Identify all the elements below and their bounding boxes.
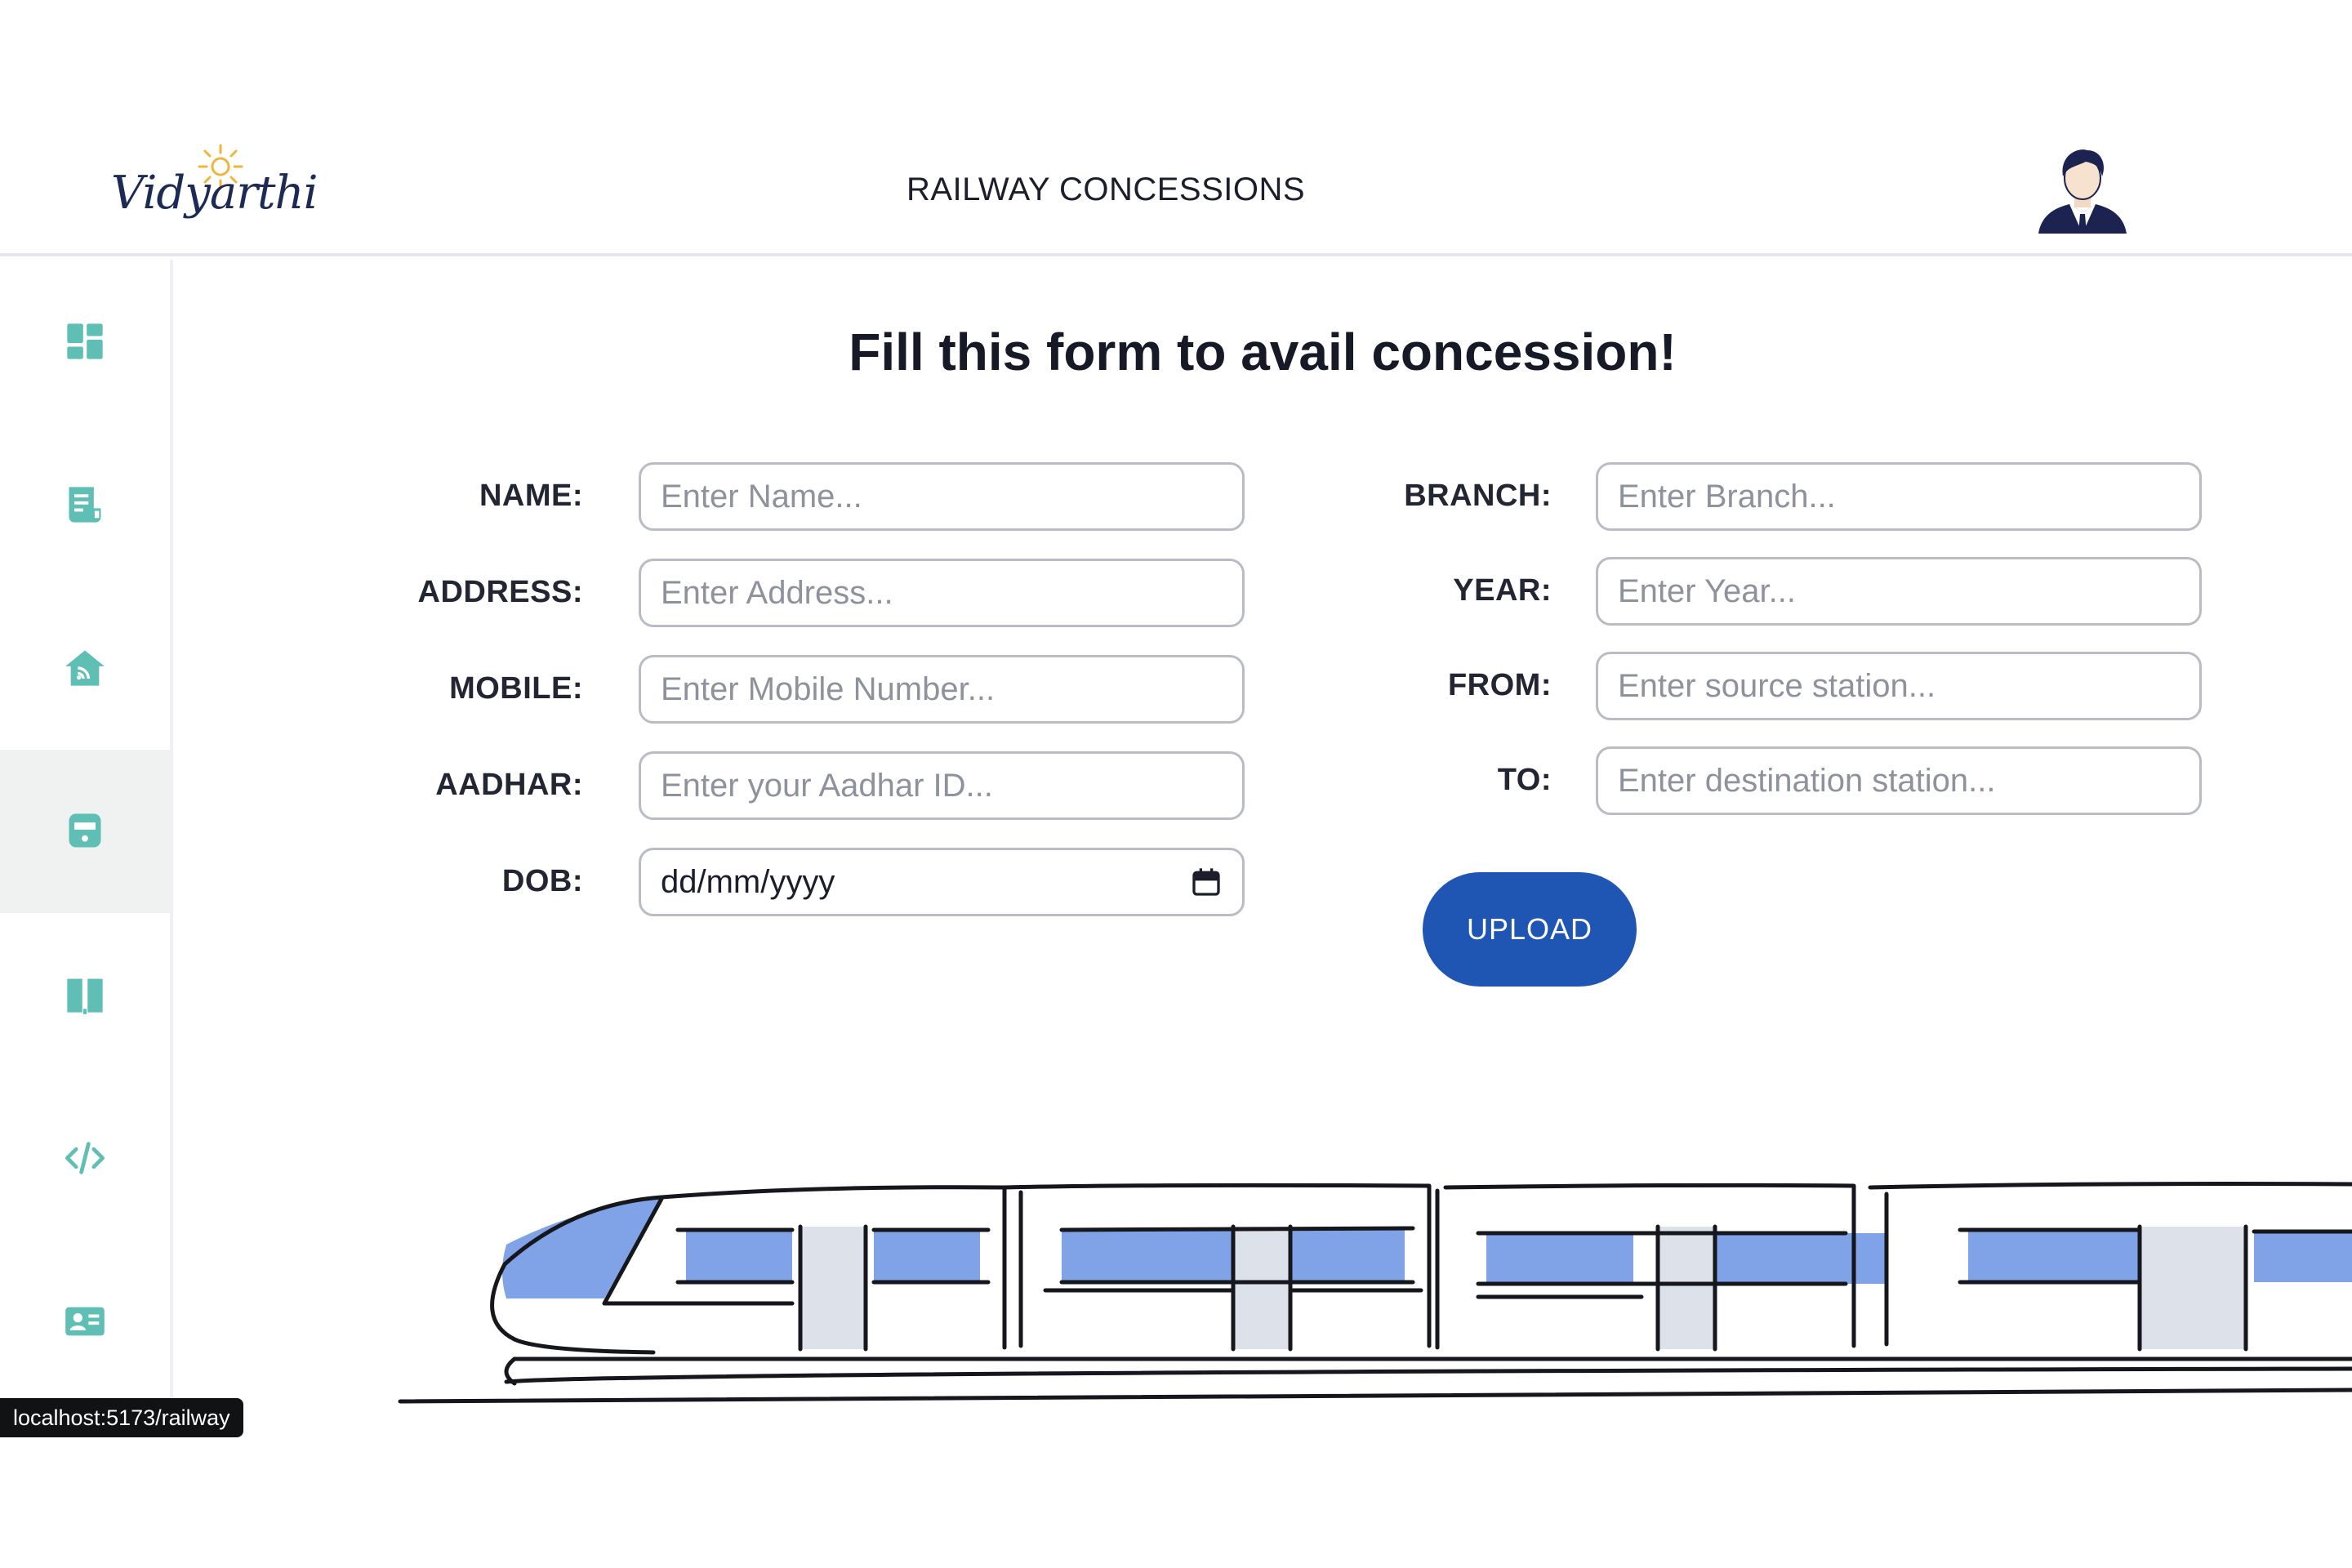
sidebar-item-code[interactable] <box>0 1076 170 1240</box>
dob-date-input[interactable]: dd/mm/yyyy <box>639 848 1245 916</box>
to-station-input[interactable] <box>1596 746 2202 815</box>
year-input[interactable] <box>1596 557 2202 626</box>
top-header: Vidyarthi RAILWAY CONCESSIONS <box>0 122 2352 256</box>
sidebar-item-home[interactable] <box>0 586 170 750</box>
page-title: RAILWAY CONCESSIONS <box>906 172 1306 207</box>
branch-label: BRANCH: <box>1404 479 1552 513</box>
aadhar-input[interactable] <box>639 751 1245 820</box>
document-icon <box>69 487 101 523</box>
to-label: TO: <box>1497 763 1552 797</box>
from-label: FROM: <box>1447 668 1552 702</box>
aadhar-label: AADHAR: <box>435 768 583 802</box>
sidebar-item-dashboard[interactable] <box>0 260 170 423</box>
dob-label: DOB: <box>501 864 583 898</box>
status-bar-url: localhost:5173/railway <box>0 1398 243 1437</box>
year-label: YEAR: <box>1453 573 1552 608</box>
train-icon <box>69 813 101 848</box>
user-avatar-icon[interactable] <box>2035 142 2130 237</box>
calendar-icon[interactable] <box>1190 866 1223 898</box>
train-illustration <box>398 1182 2352 1404</box>
address-input[interactable] <box>639 559 1245 627</box>
branch-input[interactable] <box>1596 462 2202 531</box>
address-label: ADDRESS: <box>417 575 583 609</box>
sidebar-item-profile[interactable] <box>0 1240 170 1403</box>
from-station-input[interactable] <box>1596 652 2202 720</box>
sidebar <box>0 260 173 1437</box>
mobile-input[interactable] <box>639 655 1245 724</box>
app-root: Vidyarthi RAILWAY CONCESSIONS Fill this … <box>0 0 2352 1568</box>
code-icon <box>65 1142 105 1174</box>
dashboard-icon <box>67 323 103 359</box>
name-input[interactable] <box>639 462 1245 531</box>
sidebar-item-railway[interactable] <box>0 750 170 913</box>
id-card-icon <box>65 1307 105 1336</box>
dob-value: dd/mm/yyyy <box>661 863 835 900</box>
home-icon <box>65 650 105 686</box>
form-heading: Fill this form to avail concession! <box>849 323 1677 381</box>
name-label: NAME: <box>479 479 583 513</box>
mobile-label: MOBILE: <box>449 671 583 706</box>
upload-button[interactable]: UPLOAD <box>1423 872 1637 987</box>
sidebar-item-library[interactable] <box>0 913 170 1076</box>
book-icon <box>67 978 103 1014</box>
sidebar-item-documents[interactable] <box>0 423 170 586</box>
